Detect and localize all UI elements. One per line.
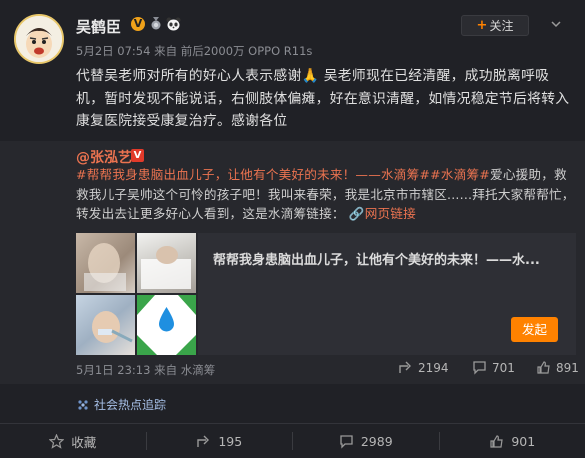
web-link[interactable]: 网页链接 [365, 206, 416, 221]
topic-tag[interactable]: 社会热点追踪 [76, 396, 166, 413]
repost-verified-badge-icon: V [131, 149, 144, 162]
chevron-down-icon[interactable] [551, 19, 561, 29]
panda-icon [166, 17, 181, 31]
share-icon [197, 435, 210, 447]
repost-share-count-value: 2194 [418, 360, 449, 375]
comment-count: 2989 [360, 433, 393, 449]
like-count: 901 [511, 433, 536, 449]
weibo-post-card: 吴鹤臣 V 5月2日 07:54 来自 前后2000万 OPPO R11s + … [0, 0, 585, 458]
verified-badge-icon: V [131, 17, 145, 31]
link-card-title[interactable]: 帮帮我身患脑出血儿子，让他有个美好的未来！——水... [213, 249, 568, 268]
topic-label: 社会热点追踪 [94, 398, 167, 412]
shuidichou-logo-icon [137, 295, 196, 355]
share-button[interactable]: 195 [147, 424, 293, 458]
hospital-bed-photo-icon [141, 246, 191, 289]
comment-icon [473, 361, 486, 375]
thumbnail-image[interactable] [137, 233, 196, 293]
repost-comment-count-value: 701 [492, 360, 515, 375]
follow-label: 关注 [489, 19, 514, 33]
hashtag-link[interactable]: #帮帮我身患脑出血儿子，让他有个美好的未来！——水滴筹# [76, 167, 430, 182]
patient-ventilator-photo-icon [92, 311, 133, 343]
repost-like-count-value: 891 [556, 360, 579, 375]
repost-text: #帮帮我身患脑出血儿子，让他有个美好的未来！——水滴筹##水滴筹#爱心援助，救救… [76, 165, 576, 224]
repost-comment-count[interactable]: 701 [472, 360, 515, 375]
avatar-cartoon-face-icon [16, 16, 62, 62]
post-meta: 5月2日 07:54 来自 前后2000万 OPPO R11s [76, 44, 313, 58]
repost-author[interactable]: @张泓艺 [76, 147, 132, 167]
repost-thumbnails [76, 233, 196, 355]
repost-like-count[interactable]: 891 [536, 360, 579, 375]
donate-button[interactable]: 发起 [511, 317, 558, 342]
like-button[interactable]: 901 [440, 424, 585, 458]
thumbs-up-icon [537, 361, 550, 374]
comment-button[interactable]: 2989 [293, 424, 439, 458]
action-bar: 收藏 195 2989 901 [0, 424, 585, 458]
thumbnail-image[interactable] [76, 233, 135, 293]
avatar[interactable] [14, 14, 64, 64]
favorite-label: 收藏 [71, 434, 97, 450]
plus-icon: + [476, 18, 488, 33]
thumbnail-image[interactable] [76, 295, 135, 355]
repost-share-count[interactable]: 2194 [398, 360, 449, 375]
thumbs-up-icon [490, 434, 504, 448]
thumbnail-image[interactable] [137, 295, 196, 355]
post-author-name[interactable]: 吴鹤臣 [76, 16, 121, 37]
favorite-button[interactable]: 收藏 [0, 424, 146, 458]
medal-icon [151, 17, 161, 30]
share-icon [399, 361, 411, 373]
comment-icon [340, 434, 353, 449]
star-icon [49, 433, 65, 449]
patient-photo-icon [84, 243, 126, 291]
repost-meta: 5月1日 23:13 来自 水滴筹 [76, 363, 216, 377]
follow-button[interactable]: + 关注 [461, 15, 529, 36]
post-text: 代替吴老师对所有的好心人表示感谢🙏 吴老师现在已经清醒，成功脱离呼吸机，暂时发现… [76, 68, 570, 129]
link-icon: 🔗 [344, 206, 365, 221]
topic-icon [78, 399, 88, 410]
hashtag-link[interactable]: #水滴筹# [430, 167, 490, 182]
share-count: 195 [218, 433, 243, 449]
